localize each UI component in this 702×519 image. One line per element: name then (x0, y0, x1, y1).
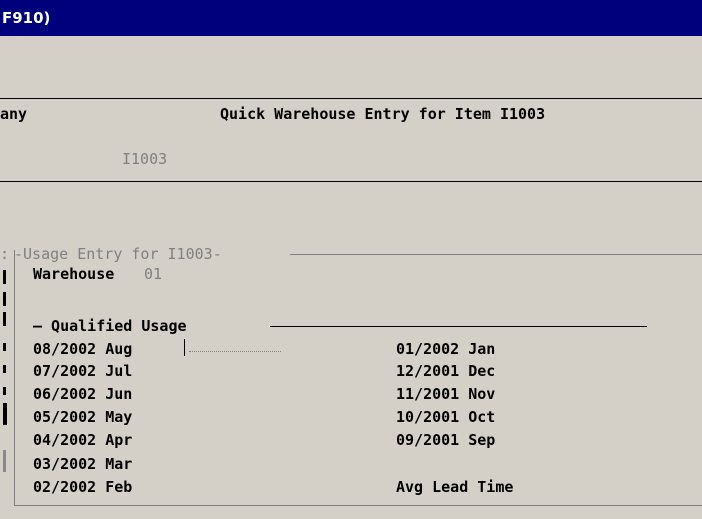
header-top-divider (0, 98, 702, 99)
header-bottom-divider (0, 181, 702, 182)
section-divider (270, 326, 647, 327)
usage-row-label: 09/2001 Sep (396, 431, 496, 449)
edge-colon: : (0, 245, 10, 263)
edge-mark (3, 312, 6, 326)
title-bar: F910) (0, 0, 702, 36)
edge-mark (3, 387, 6, 395)
edge-mark (3, 343, 6, 351)
edge-mark (3, 450, 6, 472)
panel-title: -Usage Entry for I1003- (14, 245, 222, 263)
usage-row-label: 04/2002 Apr (33, 431, 133, 449)
usage-row-label: 01/2002 Jan (396, 340, 496, 358)
edge-mark (3, 270, 6, 284)
usage-row-label: 06/2002 Jun (33, 385, 133, 403)
item-field[interactable]: I1003 (122, 150, 167, 168)
page-title: Quick Warehouse Entry for Item I1003 (220, 105, 546, 123)
panel-title-text: Usage Entry for I1003 (23, 245, 213, 263)
section-title: — Qualified Usage (33, 317, 187, 335)
usage-input-active[interactable] (183, 339, 283, 357)
text-cursor (184, 339, 185, 356)
window-title: F910) (2, 9, 51, 27)
usage-row-label: 03/2002 Mar (33, 455, 133, 473)
edge-mark (3, 403, 7, 425)
panel-top-border (290, 254, 702, 255)
usage-row-label: 12/2001 Dec (396, 362, 496, 380)
usage-row-label: 02/2002 Feb (33, 478, 133, 496)
warehouse-field[interactable]: 01 (144, 265, 162, 283)
usage-row-label: 11/2001 Nov (396, 385, 496, 403)
usage-row-label: 07/2002 Jul (33, 362, 133, 380)
avg-lead-time-label: Avg Lead Time (396, 478, 514, 496)
usage-row-label: 10/2001 Oct (396, 408, 496, 426)
edge-mark (3, 365, 6, 373)
usage-row-label: 08/2002 Aug (33, 340, 133, 358)
input-placeholder-dots (189, 351, 281, 352)
edge-mark (3, 292, 6, 306)
usage-row-label: 05/2002 May (33, 408, 133, 426)
warehouse-label: Warehouse (33, 265, 115, 283)
company-label: any (0, 105, 28, 123)
